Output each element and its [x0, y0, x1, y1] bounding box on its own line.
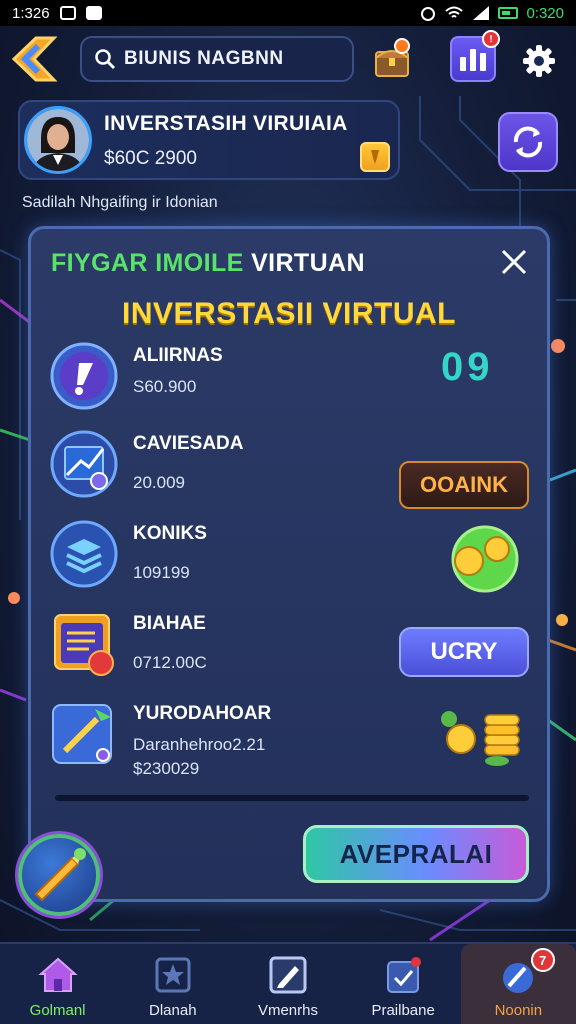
- investment-modal: FIYGAR IMOILE VIRTUAN INVERSTASII VIRTUA…: [28, 226, 550, 902]
- nav-label: Prailbane: [371, 1002, 435, 1019]
- nav-item-5[interactable]: 7 Noonin: [460, 944, 576, 1024]
- row-title: BIAHAE: [133, 613, 206, 634]
- home-icon: [37, 957, 78, 992]
- gear-icon: [523, 45, 555, 77]
- list-item[interactable]: YURODAHOAR Daranhehroo2.21 $230029: [49, 699, 539, 789]
- top-bar: BIUNIS NAGBNN !: [0, 28, 576, 92]
- settings-button[interactable]: [518, 40, 560, 82]
- search-bar[interactable]: BIUNIS NAGBNN: [80, 36, 354, 82]
- back-button[interactable]: [8, 34, 60, 84]
- leaderboard-button[interactable]: !: [450, 30, 500, 82]
- growth-chart-icon: [50, 430, 118, 498]
- nav-badge: 7: [530, 948, 555, 972]
- stack-layers-icon: [50, 520, 118, 588]
- info-bubble-icon: [50, 342, 118, 410]
- list-item[interactable]: CAVIESADA 20.009 OOAINK: [49, 429, 539, 513]
- list-item[interactable]: ALIIRNAS S60.900 09: [49, 341, 539, 425]
- profile-name: INVERSTASIH VIRUIAIA: [104, 112, 348, 135]
- row-value: 109199: [133, 563, 190, 582]
- row-value: 20.009: [133, 473, 185, 492]
- notification-icon: [59, 6, 76, 20]
- row-side-value: 09: [441, 345, 494, 389]
- status-bar: 1:326 0:320: [0, 0, 576, 26]
- coin-button[interactable]: [360, 142, 390, 172]
- clipboard-icon: [387, 957, 422, 993]
- user-portrait-icon: [27, 109, 89, 171]
- magic-wand-icon: [52, 704, 112, 764]
- treasure-chest-icon: [375, 38, 410, 77]
- row-value-secondary: $230029: [133, 759, 200, 778]
- modal-header-white: VIRTUAN: [251, 249, 365, 277]
- rocket-icon: [34, 848, 86, 902]
- close-button[interactable]: [499, 247, 529, 277]
- coin-stack-icon: [441, 711, 520, 766]
- bar-icon-segment: [470, 49, 476, 71]
- profile-balance: $60C 2900: [104, 148, 197, 169]
- app-notification-icon: [85, 6, 102, 20]
- modal-header-green: FIYGAR IMOILE: [51, 249, 244, 277]
- nav-item-2[interactable]: Dlanah: [115, 944, 230, 1024]
- row-title: ALIIRNAS: [133, 345, 223, 366]
- row-action-button[interactable]: OOAINK: [399, 461, 529, 509]
- coin-icon: [371, 150, 379, 164]
- close-icon: [501, 249, 527, 275]
- alarm-icon: [421, 7, 436, 21]
- list-item[interactable]: BIAHAE 0712.00C UCRY: [49, 609, 539, 693]
- row-icon: [49, 519, 119, 589]
- nav-label: Vmenrhs: [257, 1002, 318, 1019]
- row-icon: [49, 341, 119, 411]
- modal-header: FIYGAR IMOILE VIRTUAN: [51, 249, 365, 278]
- profile-card[interactable]: INVERSTASIH VIRUIAIA $60C 2900: [18, 100, 400, 180]
- bottom-nav: Golmanl Dlanah Vmenrhs Prailbane 7 Nooni…: [0, 942, 576, 1024]
- row-value: S60.900: [133, 377, 197, 396]
- nav-label: Noonin: [494, 1002, 543, 1019]
- edit-icon: [269, 956, 307, 994]
- search-label: BIUNIS NAGBNN: [124, 48, 284, 69]
- floating-action-button[interactable]: [18, 834, 100, 916]
- row-title: KONIKS: [133, 523, 207, 544]
- row-value: Daranhehroo2.21: [133, 735, 266, 754]
- wifi-icon: [445, 6, 464, 18]
- nav-item-4[interactable]: Prailbane: [346, 944, 461, 1024]
- nav-item-3[interactable]: Vmenrhs: [230, 944, 345, 1024]
- search-icon: [95, 49, 116, 70]
- refresh-button[interactable]: [498, 112, 558, 172]
- refresh-icon: [513, 126, 543, 158]
- leaderboard-badge: !: [482, 30, 500, 48]
- nav-label: Dlanah: [149, 1002, 197, 1019]
- row-value: 0712.00C: [133, 653, 207, 672]
- bar-icon-segment: [460, 57, 466, 71]
- coin-bubble-icon: [451, 525, 519, 593]
- nav-item-home[interactable]: Golmanl: [0, 944, 115, 1024]
- row-icon: [49, 609, 119, 679]
- primary-action-button[interactable]: AVEPRALAI: [303, 825, 529, 883]
- list-item[interactable]: KONIKS 109199: [49, 519, 539, 603]
- back-arrow-icon: [11, 36, 58, 82]
- document-list-icon: [54, 614, 114, 676]
- avatar: [24, 106, 92, 174]
- modal-title: INVERSTASII VIRTUAL: [122, 297, 456, 330]
- divider-bar: [55, 795, 529, 801]
- row-icon: [49, 699, 119, 769]
- signal-icon: [473, 6, 490, 20]
- row-title: CAVIESADA: [133, 433, 244, 454]
- nav-label: Golmanl: [29, 1002, 86, 1019]
- row-icon: [49, 429, 119, 499]
- row-action-button[interactable]: UCRY: [399, 627, 529, 677]
- bar-icon-segment: [480, 53, 486, 71]
- row-title: YURODAHOAR: [133, 703, 272, 724]
- battery-icon: [498, 7, 519, 19]
- star-icon: [155, 957, 191, 993]
- page-subtitle: Sadilah Nhgaifing ir Idonian: [22, 194, 218, 211]
- status-time: 1:326: [12, 4, 50, 22]
- chest-button[interactable]: [372, 38, 412, 80]
- status-clock-right: 0:320: [526, 4, 564, 22]
